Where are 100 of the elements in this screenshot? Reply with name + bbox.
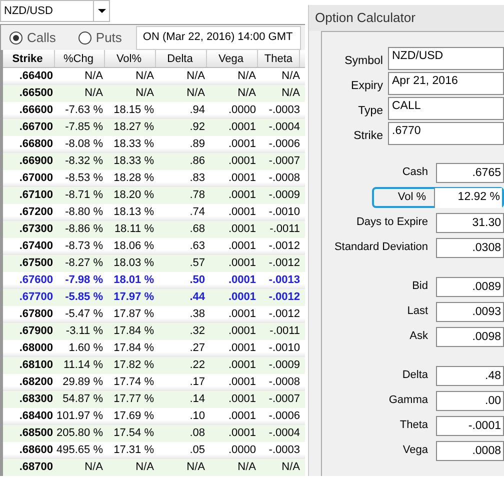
input-field[interactable]: .0089	[436, 276, 504, 296]
field-label: Cash	[401, 165, 429, 180]
table-cell-text: 18.20 %	[112, 188, 155, 203]
radio-option[interactable]: Puts	[78, 28, 122, 48]
dropdown-field[interactable]: Apr 21, 2016	[388, 72, 504, 95]
table-cell-text: 17.97 %	[112, 290, 155, 305]
table-cell-text: N/A	[236, 460, 257, 475]
table-cell-text: -.0006	[268, 409, 300, 424]
table-cell-text: .68600	[18, 443, 54, 458]
radio-icon	[78, 30, 92, 44]
table-cell-text: .0001	[227, 239, 257, 254]
column-header[interactable]: Strike	[3, 50, 55, 67]
table-cell-text: N/A	[280, 69, 300, 84]
field-label: Theta	[398, 418, 429, 434]
table-cell-text: 18.06 %	[112, 239, 155, 254]
table-cell-text: .0001	[227, 154, 257, 169]
table-cell-text: .10	[188, 409, 206, 424]
table-cell-text: 17.84 %	[112, 341, 155, 356]
table-cell-text: 54.87 %	[62, 392, 104, 407]
table-cell-text: .0001	[227, 222, 257, 237]
table-cell-text: -8.73 %	[64, 239, 104, 254]
table-cell-text: -.0004	[268, 426, 300, 441]
table-cell-text: .68500	[18, 426, 54, 441]
table-cell-text: -7.98 %	[64, 273, 104, 288]
table-cell-text: .67100	[18, 188, 54, 203]
input-field[interactable]: 31.30	[436, 212, 504, 232]
column-header[interactable]: Vol%	[105, 50, 156, 67]
field-label: Gamma	[388, 393, 429, 408]
input-field[interactable]: .0098	[436, 326, 504, 346]
table-cell-text: 18.15 %	[112, 103, 155, 118]
radio-option[interactable]: Calls	[9, 28, 56, 48]
table-cell-text: -.0008	[268, 171, 300, 186]
input-field[interactable]: .00	[436, 390, 504, 410]
table-cell-text: .66900	[18, 154, 54, 169]
input-field[interactable]: .0093	[436, 302, 504, 322]
table-cell-text: -8.86 %	[64, 222, 104, 237]
column-header[interactable]: Theta	[258, 50, 300, 67]
table-cell-text: .68400	[18, 409, 54, 424]
input-field[interactable]: .48	[436, 366, 504, 386]
table-cell-text: .0001	[227, 324, 257, 339]
input-field[interactable]: .6765	[436, 162, 504, 182]
table-cell-text: .63	[188, 239, 206, 254]
table-cell-text: .44	[188, 290, 206, 305]
field-label: Symbol	[344, 54, 384, 69]
symbol-dropdown[interactable]: NZD/USD	[0, 0, 110, 22]
table-cell-text: 18.11 %	[113, 222, 155, 237]
table-cell-text: 1.60 %	[68, 341, 104, 356]
column-header[interactable]: Vega	[207, 50, 258, 67]
input-field[interactable]: -.0001	[436, 416, 504, 436]
table-cell-text: .68300	[18, 392, 54, 407]
table-cell-text: .66800	[18, 137, 54, 152]
table-cell-text: N/A	[186, 460, 206, 475]
table-cell-text: .0001	[227, 205, 257, 220]
table-cell-text: N/A	[134, 460, 155, 475]
table-cell-text: 18.13 %	[112, 205, 155, 220]
table-cell-text: .08	[188, 426, 206, 441]
column-header[interactable]: %Chg	[55, 50, 105, 67]
field-label: Delta	[401, 368, 429, 384]
column-header[interactable]: Delta	[156, 50, 207, 67]
radio-icon	[9, 30, 23, 44]
table-cell-text: -.0008	[268, 375, 300, 390]
table-cell-text: -.0012	[268, 307, 300, 322]
table-cell-text: -8.53 %	[64, 171, 104, 186]
table-cell-text: .67400	[18, 239, 54, 254]
table-cell-text: -.0010	[268, 341, 300, 356]
table-cell-text: .57	[188, 256, 206, 271]
table-cell-text: .05	[188, 443, 206, 458]
dropdown-field[interactable]: CALL	[388, 97, 504, 120]
dropdown-field[interactable]: .6770	[388, 122, 504, 145]
table-cell-text: .67800	[18, 307, 54, 322]
input-field[interactable]: .0308	[436, 238, 504, 258]
field-label: Strike	[352, 128, 384, 144]
table-cell-text: -7.63 %	[64, 103, 104, 118]
table-cell-text: .66500	[18, 86, 54, 101]
table-cell-text: 11.14 %	[62, 358, 104, 373]
table-cell-text: .68100	[18, 358, 54, 373]
table-cell-text: -.0003	[268, 103, 300, 118]
table-cell-text: N/A	[280, 460, 300, 475]
table-cell-text: 17.84 %	[112, 324, 155, 339]
table-cell-text: 17.69 %	[112, 409, 155, 424]
table-cell-text: .67300	[18, 222, 54, 237]
table-cell-text: -8.80 %	[64, 205, 104, 220]
table-cell-text: .22	[188, 358, 206, 373]
table-cell-text: .0001	[227, 137, 257, 152]
field-label: Vol %	[396, 190, 427, 206]
table-cell-text: .32	[188, 324, 206, 339]
field-label: Standard Deviation	[333, 240, 429, 256]
table-cell-text: .0001	[227, 273, 257, 288]
dropdown-field[interactable]: NZD/USD	[388, 47, 504, 70]
table-cell-text: -.0012	[268, 239, 300, 254]
input-field[interactable]: .0008	[436, 440, 504, 460]
field-label: Type	[357, 104, 384, 119]
input-field[interactable]: 12.92 %	[434, 188, 502, 208]
table-cell-text: .92	[188, 120, 206, 135]
table-cell-text: .86	[188, 154, 206, 169]
table-cell-text: N/A	[280, 86, 300, 101]
table-cell-text: .0000	[227, 443, 257, 458]
table-cell-text: -.0009	[268, 188, 300, 203]
table-cell-text: .66600	[18, 103, 54, 118]
table-cell-text: 18.28 %	[112, 171, 155, 186]
